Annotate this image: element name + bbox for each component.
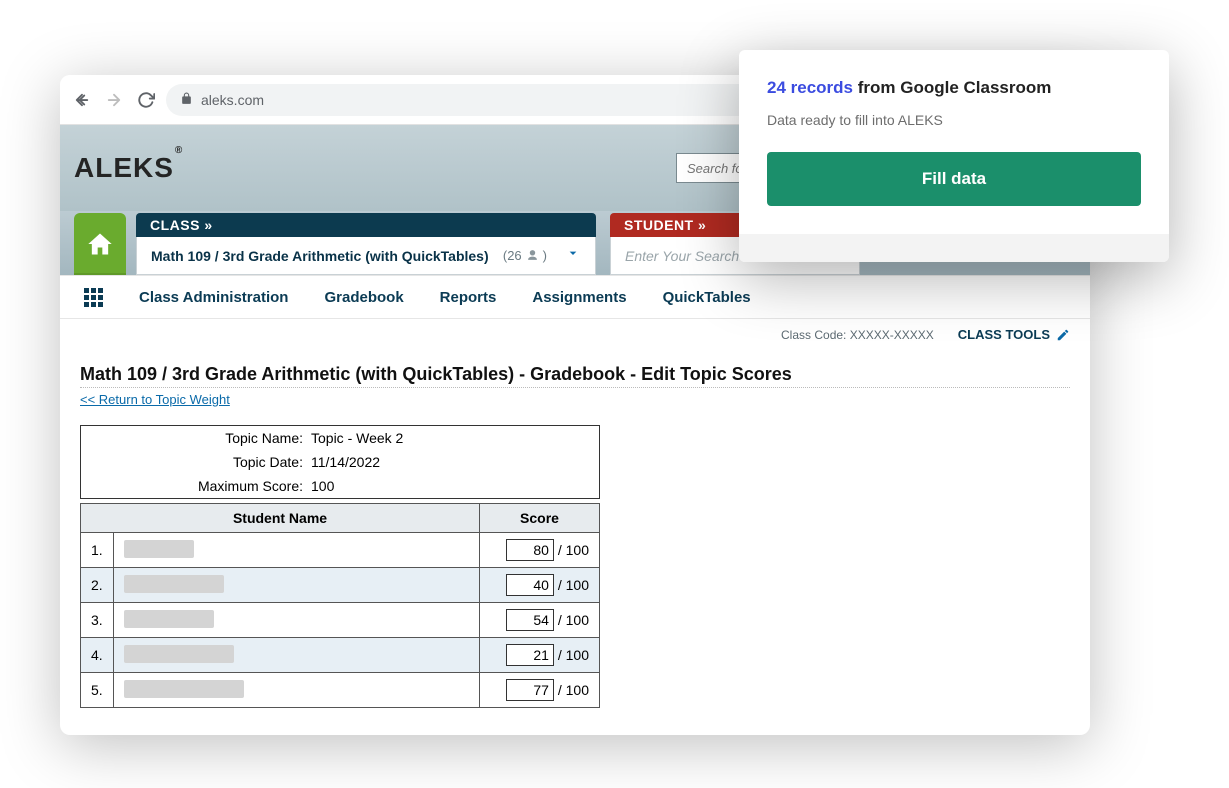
reload-button[interactable] (134, 88, 158, 112)
nav-class-admin[interactable]: Class Administration (139, 289, 288, 306)
score-denom: / 100 (558, 682, 589, 698)
content: Math 109 / 3rd Grade Arithmetic (with Qu… (60, 350, 1090, 722)
topic-info: Topic Name:Topic - Week 2 Topic Date:11/… (80, 425, 600, 499)
class-tools-button[interactable]: CLASS TOOLS (958, 327, 1070, 342)
forward-button[interactable] (102, 88, 126, 112)
col-student: Student Name (81, 504, 480, 533)
class-tab: CLASS » Math 109 / 3rd Grade Arithmetic … (136, 213, 596, 275)
topic-max-label: Maximum Score: (91, 478, 311, 494)
fill-popover: 24 records from Google Classroom Data re… (739, 50, 1169, 262)
score-cell: / 100 (480, 673, 600, 708)
fill-data-button[interactable]: Fill data (767, 152, 1141, 206)
popover-footer (739, 234, 1169, 262)
popover-subtitle: Data ready to fill into ALEKS (767, 112, 1141, 128)
apps-icon[interactable] (84, 288, 103, 307)
class-selector[interactable]: Math 109 / 3rd Grade Arithmetic (with Qu… (136, 237, 596, 275)
topic-max: 100 (311, 478, 589, 494)
topic-name-label: Topic Name: (91, 430, 311, 446)
class-name: Math 109 / 3rd Grade Arithmetic (with Qu… (151, 248, 489, 264)
topic-date-label: Topic Date: (91, 454, 311, 470)
back-link[interactable]: << Return to Topic Weight (80, 392, 1070, 407)
student-name (113, 638, 479, 673)
table-row: 1. / 100 (81, 533, 600, 568)
main-nav: Class Administration Gradebook Reports A… (60, 275, 1090, 319)
class-code: Class Code: XXXXX-XXXXX (781, 328, 934, 342)
nav-quicktables[interactable]: QuickTables (663, 289, 751, 306)
popover-title: 24 records from Google Classroom (767, 78, 1141, 98)
person-icon (526, 249, 539, 262)
score-cell: / 100 (480, 533, 600, 568)
score-cell: / 100 (480, 568, 600, 603)
row-index: 2. (81, 568, 114, 603)
table-row: 2. / 100 (81, 568, 600, 603)
score-denom: / 100 (558, 542, 589, 558)
grade-table: Student Name Score 1. / 1002. / 1003. / … (80, 503, 600, 708)
url-text: aleks.com (201, 92, 264, 108)
score-input[interactable] (506, 609, 554, 631)
edit-icon (1056, 328, 1070, 342)
class-tab-head[interactable]: CLASS » (136, 213, 596, 237)
lock-icon (180, 92, 193, 108)
table-row: 3. / 100 (81, 603, 600, 638)
logo: ALEKS® (74, 152, 182, 184)
student-name (113, 603, 479, 638)
chevron-down-icon (565, 245, 581, 266)
col-score: Score (480, 504, 600, 533)
topic-name: Topic - Week 2 (311, 430, 589, 446)
score-input[interactable] (506, 574, 554, 596)
nav-gradebook[interactable]: Gradebook (324, 289, 403, 306)
student-name (113, 533, 479, 568)
table-row: 4. / 100 (81, 638, 600, 673)
score-input[interactable] (506, 679, 554, 701)
class-count: (26 ) (503, 248, 547, 263)
score-denom: / 100 (558, 577, 589, 593)
score-denom: / 100 (558, 612, 589, 628)
score-denom: / 100 (558, 647, 589, 663)
row-index: 3. (81, 603, 114, 638)
student-name (113, 568, 479, 603)
home-button[interactable] (74, 213, 126, 275)
page-title: Math 109 / 3rd Grade Arithmetic (with Qu… (80, 364, 1070, 388)
topic-date: 11/14/2022 (311, 454, 589, 470)
table-row: 5. / 100 (81, 673, 600, 708)
nav-reports[interactable]: Reports (440, 289, 497, 306)
score-cell: / 100 (480, 638, 600, 673)
score-input[interactable] (506, 539, 554, 561)
nav-assignments[interactable]: Assignments (532, 289, 626, 306)
back-button[interactable] (70, 88, 94, 112)
row-index: 4. (81, 638, 114, 673)
row-index: 5. (81, 673, 114, 708)
score-cell: / 100 (480, 603, 600, 638)
student-name (113, 673, 479, 708)
row-index: 1. (81, 533, 114, 568)
score-input[interactable] (506, 644, 554, 666)
sub-bar: Class Code: XXXXX-XXXXX CLASS TOOLS (60, 319, 1090, 350)
